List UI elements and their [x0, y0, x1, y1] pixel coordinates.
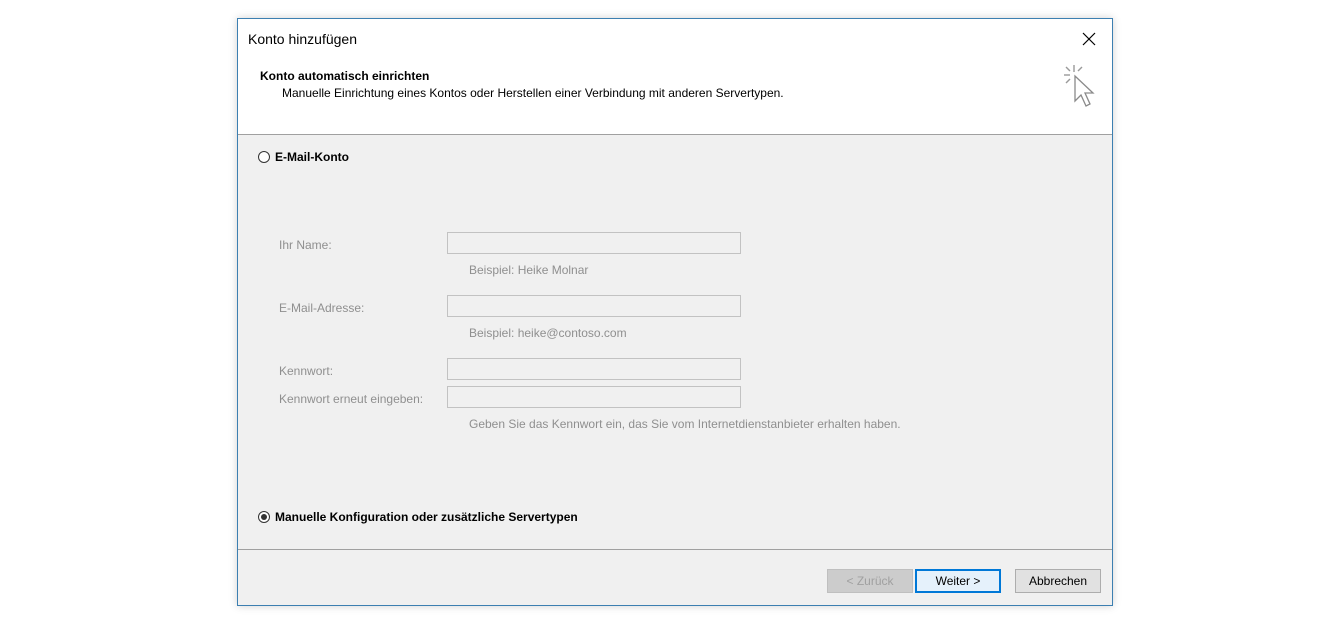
- email-label: E-Mail-Adresse:: [279, 301, 365, 315]
- password-repeat-label: Kennwort erneut eingeben:: [279, 392, 424, 406]
- name-hint: Beispiel: Heike Molnar: [469, 263, 589, 277]
- manual-config-label: Manuelle Konfiguration oder zusätzliche …: [275, 510, 578, 524]
- email-hint: Beispiel: heike@contoso.com: [469, 326, 627, 340]
- close-button[interactable]: [1074, 25, 1104, 53]
- manual-config-radio[interactable]: [258, 511, 270, 523]
- password-field[interactable]: [447, 358, 741, 380]
- next-button[interactable]: Weiter >: [915, 569, 1001, 593]
- password-repeat-field[interactable]: [447, 386, 741, 408]
- cancel-button[interactable]: Abbrechen: [1015, 569, 1101, 593]
- footer-divider: [238, 549, 1112, 550]
- add-account-dialog: Konto hinzufügen Konto automatisch einri…: [237, 18, 1113, 606]
- header-subtitle: Manuelle Einrichtung eines Kontos oder H…: [282, 86, 784, 100]
- manual-config-option[interactable]: Manuelle Konfiguration oder zusätzliche …: [258, 510, 578, 524]
- email-account-radio[interactable]: [258, 151, 270, 163]
- wizard-header: Konto automatisch einrichten Manuelle Ei…: [238, 59, 1112, 135]
- header-title: Konto automatisch einrichten: [260, 69, 430, 83]
- close-icon: [1082, 32, 1096, 46]
- back-button[interactable]: < Zurück: [827, 569, 913, 593]
- name-field[interactable]: [447, 232, 741, 254]
- dialog-title: Konto hinzufügen: [248, 31, 357, 47]
- cursor-click-icon: [1064, 65, 1095, 107]
- email-field[interactable]: [447, 295, 741, 317]
- password-hint: Geben Sie das Kennwort ein, das Sie vom …: [469, 417, 901, 431]
- name-label: Ihr Name:: [279, 238, 332, 252]
- email-account-label: E-Mail-Konto: [275, 150, 349, 164]
- password-label: Kennwort:: [279, 364, 334, 378]
- title-bar: Konto hinzufügen: [238, 19, 1112, 59]
- email-account-option[interactable]: E-Mail-Konto: [258, 150, 349, 164]
